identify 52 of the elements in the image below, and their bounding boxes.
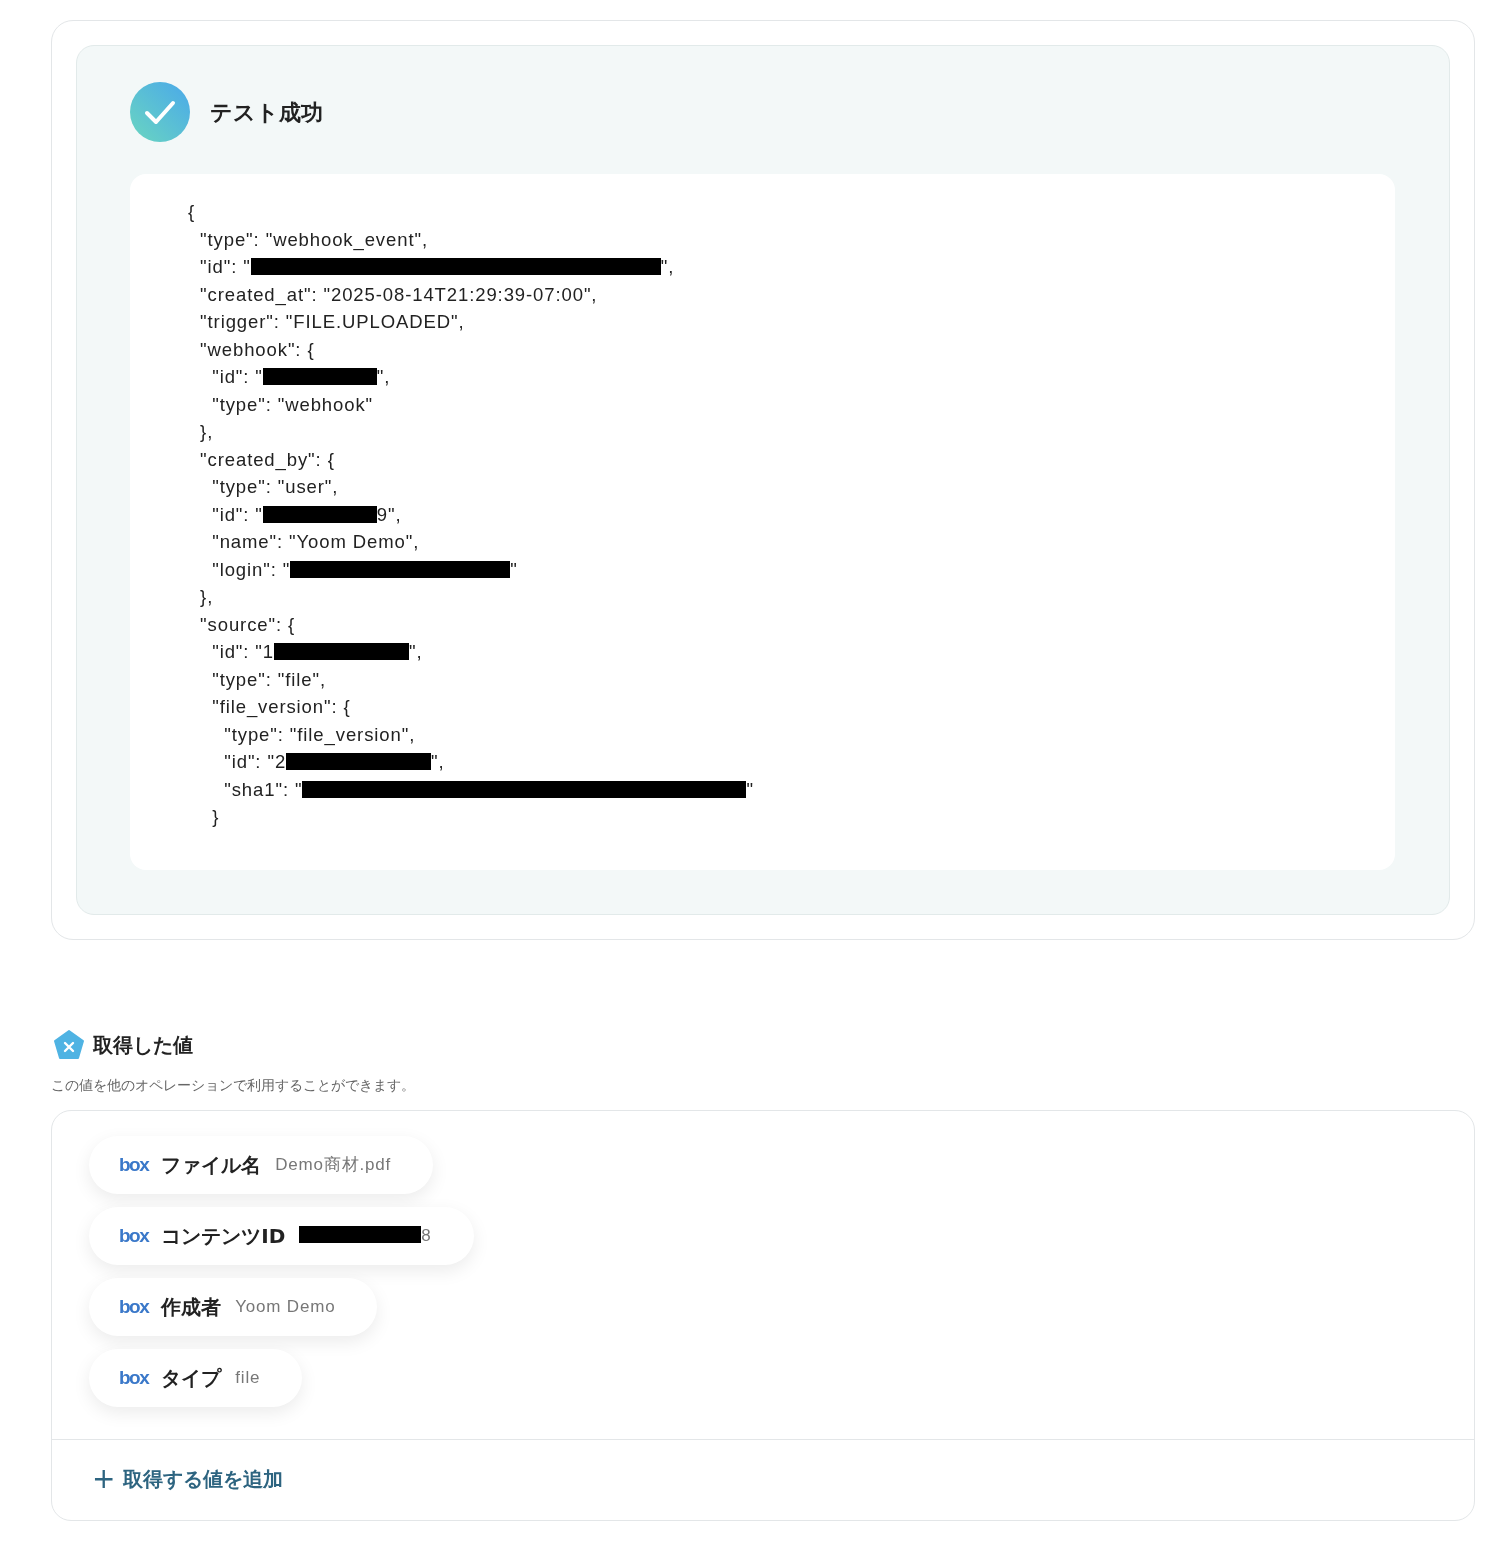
code-text: ",	[431, 751, 445, 772]
app-logo: box	[119, 1294, 149, 1319]
variable-icon	[53, 1029, 85, 1061]
value-text: file	[235, 1367, 261, 1390]
code-text: "id": "	[211, 366, 263, 387]
app-logo: box	[119, 1365, 149, 1390]
value-label: タイプ	[161, 1365, 222, 1392]
code-line: "trigger": "FILE.UPLOADED",	[199, 310, 466, 334]
code-line: "type": "webhook_event",	[199, 227, 429, 253]
code-text: "	[510, 558, 518, 580]
code-text: "login": "	[211, 558, 291, 580]
value-text: Demo商材.pdf	[275, 1154, 391, 1177]
value-chip[interactable]: box コンテンツID 8	[89, 1207, 474, 1265]
value-label: 作成者	[161, 1294, 222, 1321]
code-line: "type": "user",	[211, 475, 340, 499]
code-text: "id": "2	[223, 751, 287, 772]
value-label: ファイル名	[161, 1152, 262, 1179]
code-line: "type": "file_version",	[223, 722, 417, 748]
code-line: },	[199, 585, 215, 609]
code-text: "	[746, 778, 754, 800]
value-chip[interactable]: box タイプ file	[89, 1349, 303, 1407]
code-line: "type": "file",	[211, 667, 327, 692]
value-chip[interactable]: box ファイル名 Demo商材.pdf	[89, 1136, 433, 1194]
code-text: ",	[660, 256, 675, 277]
code-text: ",	[376, 366, 391, 387]
code-line: "created_by": {	[199, 447, 336, 473]
app-logo: box	[119, 1223, 149, 1248]
code-line: "file_version": {	[211, 695, 352, 720]
value-text: 8	[421, 1226, 432, 1246]
value-text: Yoom Demo	[235, 1296, 336, 1319]
code-text: "sha1": "	[223, 778, 303, 800]
section-description: この値を他のオペレーションで利用することができます。	[51, 1076, 416, 1095]
value-label: コンテンツID	[161, 1223, 286, 1250]
code-line: "source": {	[199, 612, 297, 637]
code-text: "id": "1	[211, 641, 275, 662]
result-title: テスト成功	[210, 98, 323, 127]
code-text: ",	[409, 641, 423, 662]
code-text: "id": "	[199, 256, 251, 277]
code-text: "id": "	[211, 503, 263, 525]
plus-icon: +	[92, 1465, 116, 1493]
code-line: {	[188, 200, 197, 224]
section-title: 取得した値	[93, 1032, 193, 1059]
value-chip[interactable]: box 作成者 Yoom Demo	[89, 1278, 378, 1336]
code-line: "webhook": {	[199, 337, 316, 362]
code-line: }	[211, 805, 221, 829]
app-logo: box	[119, 1152, 149, 1177]
code-line: "name": "Yoom Demo",	[211, 530, 421, 554]
code-line: "type": "webhook"	[211, 392, 375, 417]
code-line: },	[199, 420, 215, 444]
add-value-button[interactable]: + 取得する値を追加	[92, 1464, 284, 1494]
code-text: 9",	[376, 503, 402, 525]
code-line: "created_at": "2025-08-14T21:29:39-07:00",	[199, 282, 599, 308]
